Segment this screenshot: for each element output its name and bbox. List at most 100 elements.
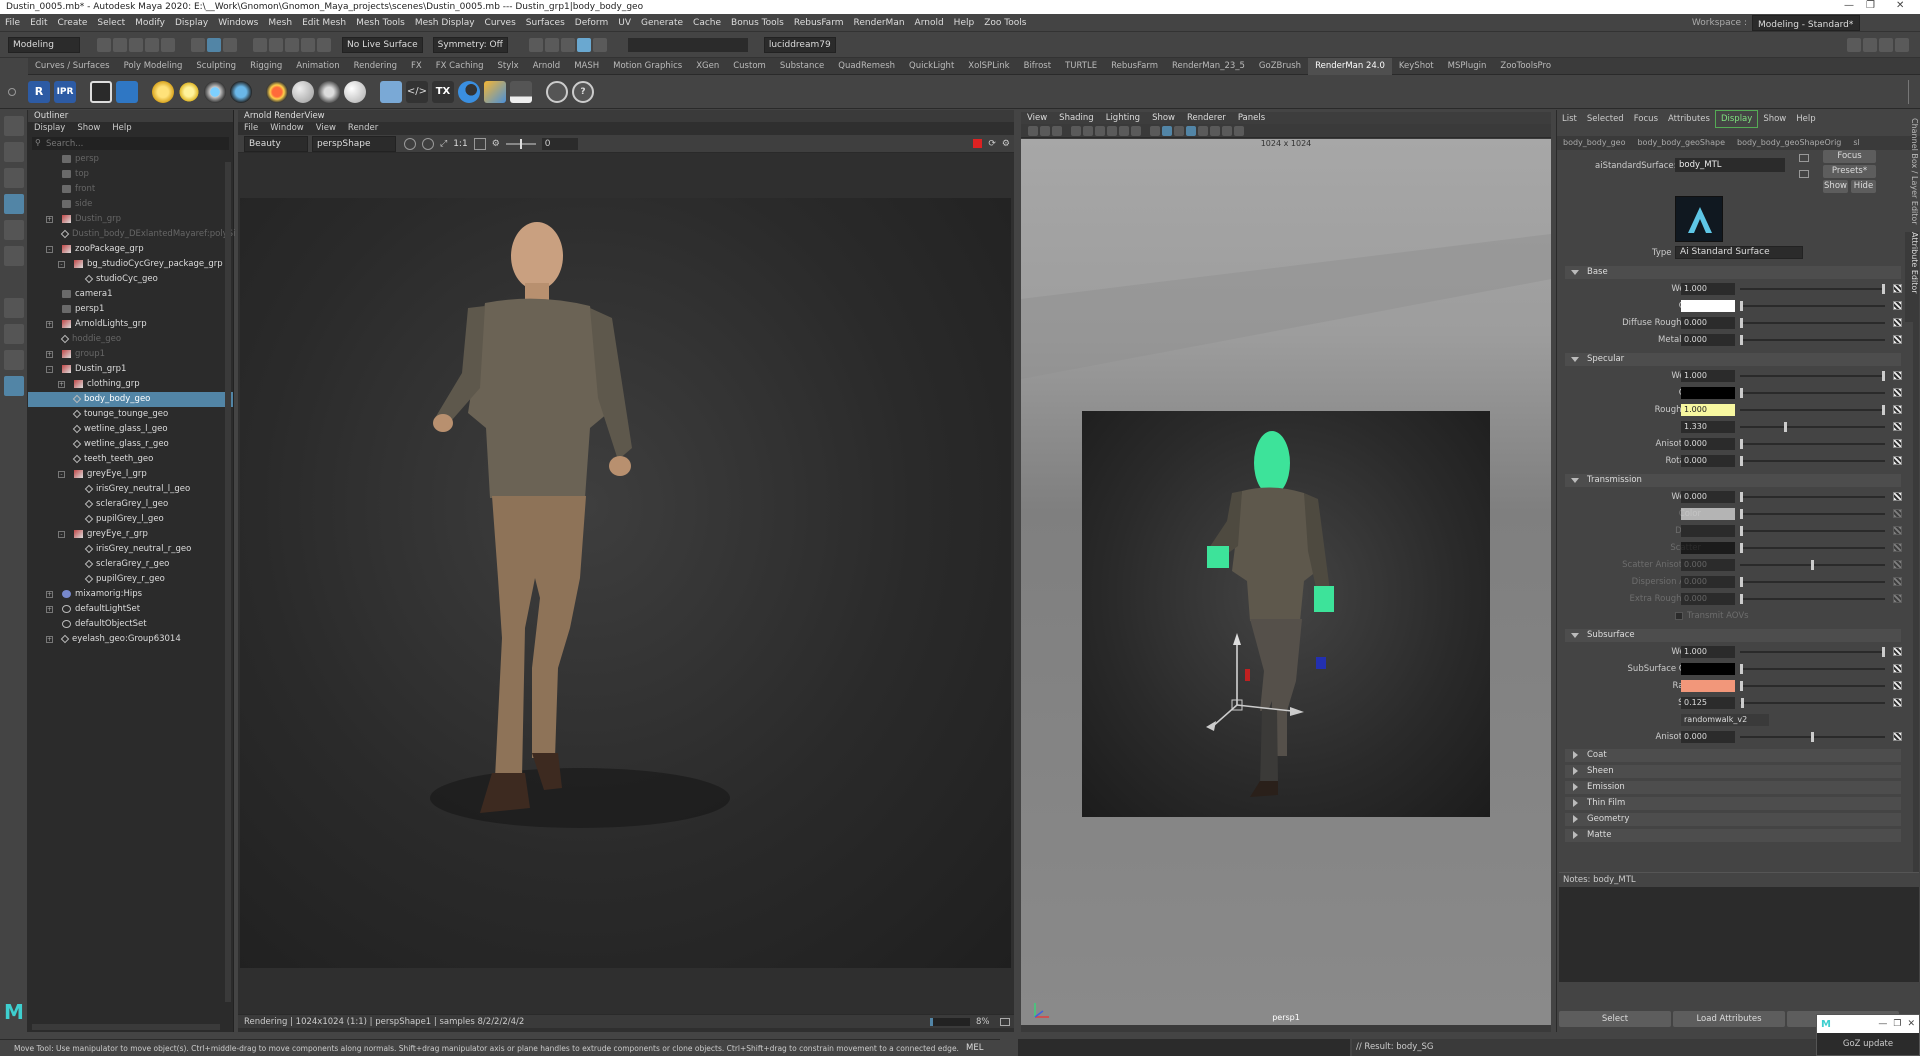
menu-rebusfarm[interactable]: RebusFarm: [789, 14, 849, 32]
shelf-tab-turtle[interactable]: TURTLE: [1058, 58, 1104, 75]
attr-slider[interactable]: [1740, 422, 1885, 432]
user-account[interactable]: luciddream79: [763, 36, 836, 53]
ipr-icon[interactable]: [544, 37, 559, 52]
outliner-item-zoopackage-grp[interactable]: - zooPackage_grp: [28, 242, 233, 257]
outliner-item-greyeye-l-grp[interactable]: - greyEye_l_grp: [28, 467, 233, 482]
slider-knob[interactable]: [1740, 492, 1743, 502]
scale-tool-icon[interactable]: [3, 246, 24, 266]
menu-create[interactable]: Create: [53, 14, 93, 32]
ae-menu-focus[interactable]: Focus: [1629, 111, 1663, 127]
material-icon[interactable]: [266, 80, 288, 103]
shelf-tab-custom[interactable]: Custom: [726, 58, 773, 75]
select-button[interactable]: Select: [1559, 1011, 1671, 1027]
moon-icon[interactable]: [458, 80, 480, 103]
input-field[interactable]: [627, 37, 748, 52]
code-icon[interactable]: </>: [406, 80, 428, 103]
expand-minus-icon[interactable]: -: [58, 531, 65, 538]
goz-restore-icon[interactable]: ❐: [1893, 1019, 1907, 1029]
outliner-item-greyeye-r-grp[interactable]: - greyEye_r_grp: [28, 527, 233, 542]
notes-area[interactable]: Notes: body_MTL: [1559, 872, 1919, 982]
attr-value-field[interactable]: 0.000: [1681, 317, 1735, 329]
select-tool-icon[interactable]: [3, 116, 24, 136]
attr-value-field[interactable]: 0.000: [1681, 334, 1735, 346]
shelf-tab-fx-caching[interactable]: FX Caching: [429, 58, 491, 75]
output-connection-icon[interactable]: [1799, 170, 1809, 178]
outliner-menu-help[interactable]: Help: [106, 122, 137, 135]
crop-icon[interactable]: [404, 137, 416, 150]
expand-minus-icon[interactable]: -: [46, 366, 53, 373]
attr-slider[interactable]: [1740, 284, 1885, 294]
outliner-layout-icon[interactable]: [3, 376, 24, 396]
render-settings-icon[interactable]: [560, 37, 575, 52]
aov-select[interactable]: Beauty: [244, 135, 308, 152]
map-button-icon[interactable]: [1893, 371, 1902, 380]
bookmark-icon[interactable]: [1052, 125, 1062, 136]
snap-surface-icon[interactable]: [317, 37, 331, 52]
slider-knob[interactable]: [1882, 284, 1885, 294]
minimize-icon[interactable]: —: [1844, 0, 1854, 11]
ae-menu-selected[interactable]: Selected: [1582, 111, 1629, 127]
attr-value-field[interactable]: 0.125: [1681, 697, 1735, 709]
select-camera-icon[interactable]: [1028, 125, 1038, 136]
expand-minus-icon[interactable]: -: [58, 471, 65, 478]
select-component-icon[interactable]: [223, 37, 237, 52]
color-swatch[interactable]: [1681, 542, 1735, 554]
restore-icon[interactable]: ❐: [1866, 0, 1875, 11]
renderview-menu-render[interactable]: Render: [342, 122, 384, 135]
expand-minus-icon[interactable]: -: [58, 261, 65, 268]
shelf-tab-substance[interactable]: Substance: [773, 58, 831, 75]
expand-plus-icon[interactable]: +: [46, 591, 53, 598]
attr-slider[interactable]: [1740, 405, 1885, 415]
film-gate-icon[interactable]: [1095, 125, 1105, 136]
attr-value-field[interactable]: [1681, 525, 1735, 537]
attr-value-field[interactable]: 0.000: [1681, 491, 1735, 503]
hypershade-icon[interactable]: [576, 37, 591, 52]
render-frame-icon[interactable]: [528, 37, 543, 52]
section-geometry[interactable]: Geometry: [1565, 813, 1901, 826]
map-button-icon[interactable]: [1893, 301, 1902, 310]
outliner-search-input[interactable]: [46, 137, 196, 150]
outliner-item-irisgrey-neutral-r-geo[interactable]: irisGrey_neutral_r_geo: [28, 542, 233, 557]
slider-knob[interactable]: [1740, 681, 1743, 691]
color-swatch[interactable]: [1681, 663, 1735, 675]
gate-mask-icon[interactable]: [1119, 125, 1129, 136]
shelf-tab-msplugin[interactable]: MSPlugin: [1441, 58, 1494, 75]
viewport-scene[interactable]: 1024 x 1024 persp1: [1021, 139, 1551, 1025]
attr-slider[interactable]: [1740, 732, 1885, 742]
symmetry-select[interactable]: Symmetry: Off: [432, 36, 508, 53]
pause-icon[interactable]: [592, 37, 607, 52]
map-button-icon[interactable]: [1893, 388, 1902, 397]
toggle-attribute-editor-icon[interactable]: [1863, 37, 1877, 52]
section-subsurface[interactable]: Subsurface: [1565, 629, 1901, 642]
viewport-menu-show[interactable]: Show: [1146, 112, 1181, 124]
gear-icon[interactable]: ⚙: [492, 139, 500, 149]
outliner-hscrollbar[interactable]: [32, 1024, 220, 1030]
outliner-item-dustin-grp1[interactable]: - Dustin_grp1: [28, 362, 233, 377]
attr-slider[interactable]: [1740, 318, 1885, 328]
slider-knob[interactable]: [1740, 543, 1743, 553]
shelf-tab-poly-modeling[interactable]: Poly Modeling: [117, 58, 190, 75]
expand-plus-icon[interactable]: +: [46, 636, 53, 643]
viewport-menu-lighting[interactable]: Lighting: [1100, 112, 1146, 124]
rfm-ipr-button[interactable]: IPR: [54, 80, 76, 103]
attr-select[interactable]: randomwalk_v2: [1681, 714, 1769, 726]
menu-help[interactable]: Help: [949, 14, 980, 32]
outliner-item-front[interactable]: front: [28, 182, 233, 197]
section-transmission[interactable]: Transmission: [1565, 474, 1901, 487]
outliner-item-wetline-glass-r-geo[interactable]: wetline_glass_r_geo: [28, 437, 233, 452]
shelf-tab-bifrost[interactable]: Bifrost: [1017, 58, 1058, 75]
outliner-item-group1[interactable]: + group1: [28, 347, 233, 362]
outliner-item-tounge-tounge-geo[interactable]: tounge_tounge_geo: [28, 407, 233, 422]
map-button-icon[interactable]: [1893, 664, 1902, 673]
outliner-item-studiocyc-geo[interactable]: studioCyc_geo: [28, 272, 233, 287]
ae-menu-show[interactable]: Show: [1758, 111, 1791, 127]
attr-slider[interactable]: [1740, 526, 1885, 536]
attr-slider[interactable]: [1740, 301, 1885, 311]
attr-slider[interactable]: [1740, 647, 1885, 657]
attr-slider[interactable]: [1740, 560, 1885, 570]
select-object-icon[interactable]: [207, 37, 221, 52]
expand-plus-icon[interactable]: +: [46, 216, 53, 223]
fit-icon[interactable]: ⤢: [440, 139, 447, 149]
slider-knob[interactable]: [1741, 698, 1745, 708]
map-button-icon[interactable]: [1893, 335, 1902, 344]
